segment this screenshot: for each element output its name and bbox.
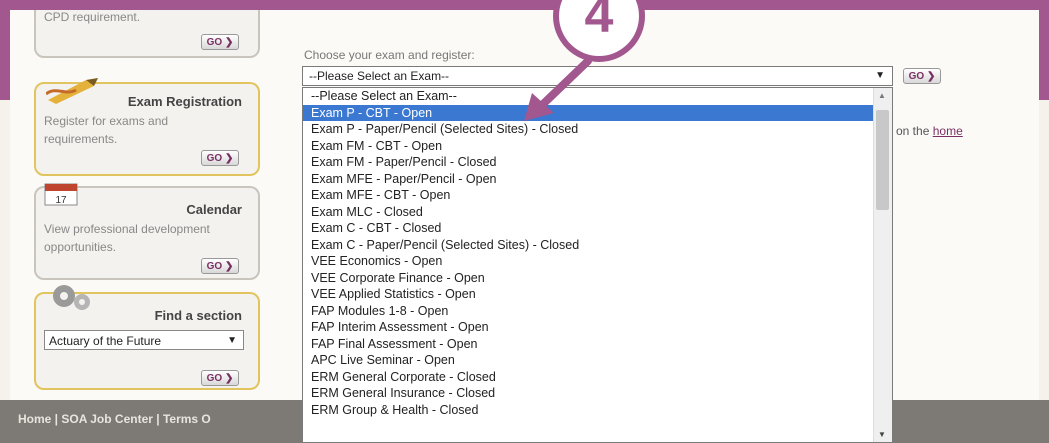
gear-icon [53, 285, 90, 310]
dropdown-option[interactable]: Exam C - Paper/Pencil (Selected Sites) -… [303, 237, 892, 254]
dropdown-option[interactable]: Exam MLC - Closed [303, 204, 892, 221]
dropdown-option[interactable]: ERM General Insurance - Closed [303, 385, 892, 402]
find-section-title: Find a section [154, 308, 242, 323]
scroll-down-icon[interactable]: ▼ [878, 430, 886, 439]
dropdown-option[interactable]: Exam MFE - Paper/Pencil - Open [303, 171, 892, 188]
find-section-select[interactable]: Actuary of the Future ▼ [44, 330, 244, 350]
dropdown-option[interactable]: Exam FM - Paper/Pencil - Closed [303, 154, 892, 171]
footer-links[interactable]: Home | SOA Job Center | Terms O [18, 412, 211, 426]
exam-dropdown-list[interactable]: --Please Select an Exam-- Exam P - CBT - … [302, 87, 893, 443]
calendar-icon: 17 [44, 183, 78, 206]
exam-registration-card[interactable]: Exam Registration Register for exams and… [34, 78, 260, 176]
calendar-number: 17 [55, 195, 67, 206]
exam-registration-go-button[interactable]: GO ❯ [201, 150, 239, 166]
find-section-card: Find a section Actuary of the Future ▼ G… [34, 285, 260, 390]
highlight-frame-right [1039, 0, 1049, 100]
exam-registration-title: Exam Registration [127, 94, 242, 109]
exam-prompt-label: Choose your exam and register: [304, 48, 475, 62]
highlight-frame-top [0, 0, 1049, 10]
dropdown-option[interactable]: ERM Group & Health - Closed [303, 402, 892, 419]
exam-go-button[interactable]: GO ❯ [903, 68, 941, 84]
dropdown-option[interactable]: ERM General Corporate - Closed [303, 369, 892, 386]
calendar-go-button[interactable]: GO ❯ [201, 258, 239, 274]
cpd-text: CPD requirement. [44, 10, 141, 24]
home-link[interactable]: home [933, 124, 963, 138]
dropdown-scrollbar[interactable]: ▲ ▼ [873, 88, 892, 442]
dropdown-option[interactable]: VEE Corporate Finance - Open [303, 270, 892, 287]
scroll-thumb[interactable] [876, 110, 889, 210]
chevron-down-icon: ▼ [227, 335, 237, 346]
calendar-card[interactable]: 17 Calendar View professional developmen… [34, 183, 260, 280]
dropdown-option[interactable]: Exam MFE - CBT - Open [303, 187, 892, 204]
scroll-up-icon[interactable]: ▲ [878, 91, 886, 100]
exam-registration-text: Register for exams and requirements. [44, 114, 169, 146]
callout-arrow-icon [524, 57, 592, 121]
partial-text: on the home [896, 124, 963, 138]
dropdown-option[interactable]: Exam FM - CBT - Open [303, 138, 892, 155]
dropdown-option[interactable]: FAP Modules 1-8 - Open [303, 303, 892, 320]
chevron-down-icon: ▼ [875, 70, 885, 81]
highlight-frame-left [0, 0, 10, 100]
dropdown-option[interactable]: FAP Final Assessment - Open [303, 336, 892, 353]
dropdown-option[interactable]: FAP Interim Assessment - Open [303, 319, 892, 336]
dropdown-option[interactable]: APC Live Seminar - Open [303, 352, 892, 369]
dropdown-option[interactable]: VEE Economics - Open [303, 253, 892, 270]
calendar-text: View professional development opportunit… [44, 222, 210, 254]
cpd-go-button[interactable]: GO ❯ [201, 34, 239, 50]
pencil-icon [46, 78, 98, 104]
find-section-go-button[interactable]: GO ❯ [201, 370, 239, 386]
calendar-title: Calendar [186, 202, 242, 217]
dropdown-option[interactable]: Exam C - CBT - Closed [303, 220, 892, 237]
dropdown-option[interactable]: VEE Applied Statistics - Open [303, 286, 892, 303]
